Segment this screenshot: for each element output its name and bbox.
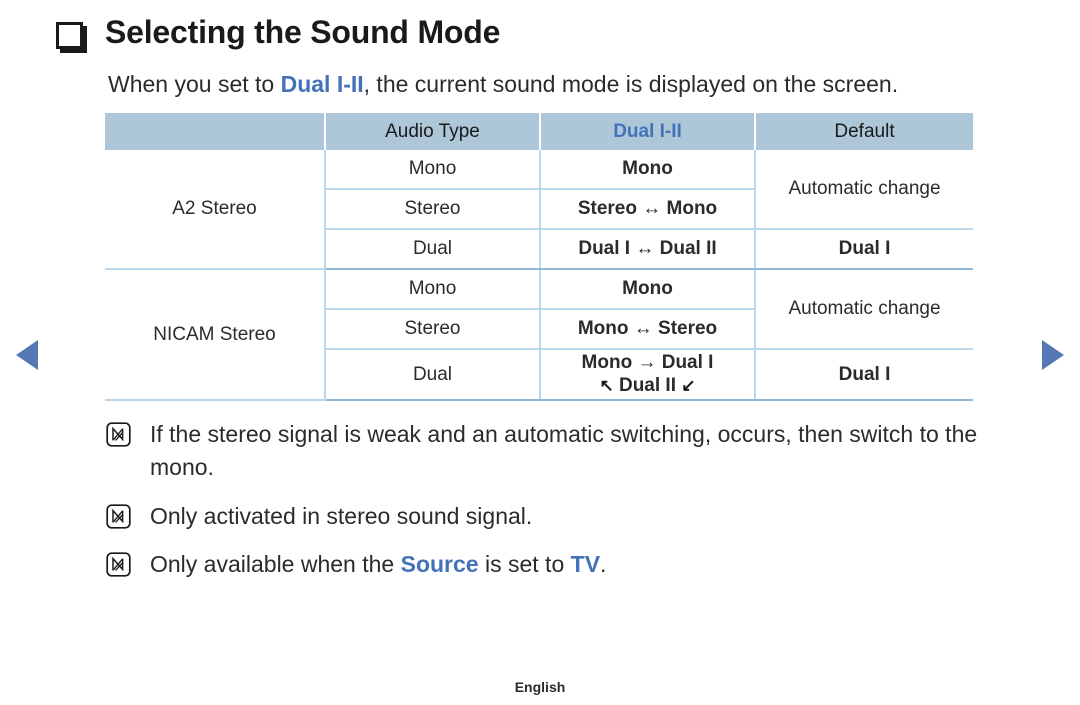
sound-mode-table: Audio Type Dual I-II Default A2 Stereo M… [105, 113, 973, 401]
note-text: If the stereo signal is weak and an auto… [150, 421, 978, 481]
page-heading: Selecting the Sound Mode [56, 14, 500, 51]
intro-before: When you set to [108, 71, 281, 97]
note-middle: is set to [478, 551, 571, 578]
cycle-line-2-label: Dual II [618, 374, 676, 396]
footer-language: English [514, 679, 566, 695]
cell-dual: Mono [540, 269, 756, 310]
page-title: Selecting the Sound Mode [105, 14, 501, 50]
intro-highlight: Dual I-II [280, 71, 364, 97]
cell-dual: Mono [540, 150, 756, 190]
table-header-dual-i-ii: Dual I-II [540, 113, 756, 150]
group-label-nicam-stereo: NICAM Stereo [105, 269, 326, 401]
cell-audio-type: Stereo [325, 309, 541, 350]
table-header-default: Default [755, 113, 973, 150]
cell-audio-type: Mono [325, 150, 541, 190]
group-label-a2-stereo: A2 Stereo [105, 150, 326, 270]
hollow-square-icon [56, 21, 83, 49]
intro-after: , the current sound mode is displayed on… [363, 71, 899, 97]
note-highlight-tv: TV [570, 551, 601, 578]
cell-dual: Stereo ↔ Mono [540, 189, 756, 230]
note-after: . [600, 551, 607, 578]
table-header-blank [105, 113, 326, 150]
cell-audio-type: Stereo [325, 189, 541, 230]
note-pencil-icon [106, 422, 131, 447]
note-before: Only available when the [150, 551, 401, 578]
intro-sentence: When you set to Dual I-II, the current s… [108, 71, 898, 98]
table-row: NICAM Stereo Mono Mono Automatic change [105, 269, 973, 401]
notes-list: If the stereo signal is weak and an auto… [106, 418, 1016, 596]
list-item: If the stereo signal is weak and an auto… [106, 418, 1016, 485]
cell-audio-type: Mono [325, 269, 541, 310]
list-item: Only activated in stereo sound signal. [106, 500, 1016, 533]
table-header-audio-type: Audio Type [325, 113, 541, 150]
cell-audio-type: Dual [325, 349, 541, 401]
list-item: Only available when the Source is set to… [106, 548, 1016, 581]
note-text: Only available when the Source is set to… [150, 548, 606, 581]
previous-page-arrow[interactable] [16, 340, 38, 370]
cell-default: Dual I [755, 229, 973, 270]
table-header-row: Audio Type Dual I-II Default [105, 113, 973, 150]
cycle-arrow-right-icon: ↙ [681, 375, 696, 395]
cell-default: Dual I [755, 349, 973, 401]
cell-dual-cycle: Mono → Dual I ↖ Dual II ↙ [540, 349, 756, 401]
cycle-arrow-left-icon: ↖ [599, 375, 614, 395]
cell-audio-type: Dual [325, 229, 541, 270]
note-text: Only activated in stereo sound signal. [150, 502, 533, 529]
note-highlight-source: Source [400, 551, 479, 578]
cell-default: Automatic change [755, 269, 973, 350]
note-pencil-icon [106, 552, 131, 577]
cell-dual: Mono ↔ Stereo [540, 309, 756, 350]
cell-dual: Dual I ↔ Dual II [540, 229, 756, 270]
table-row: A2 Stereo Mono Mono Automatic change [105, 150, 973, 270]
next-page-arrow[interactable] [1042, 340, 1064, 370]
cycle-line-1: Mono → Dual I [581, 352, 714, 374]
note-pencil-icon [106, 504, 131, 529]
sound-mode-table-wrapper: Audio Type Dual I-II Default A2 Stereo M… [105, 113, 973, 401]
cell-default: Automatic change [755, 150, 973, 230]
